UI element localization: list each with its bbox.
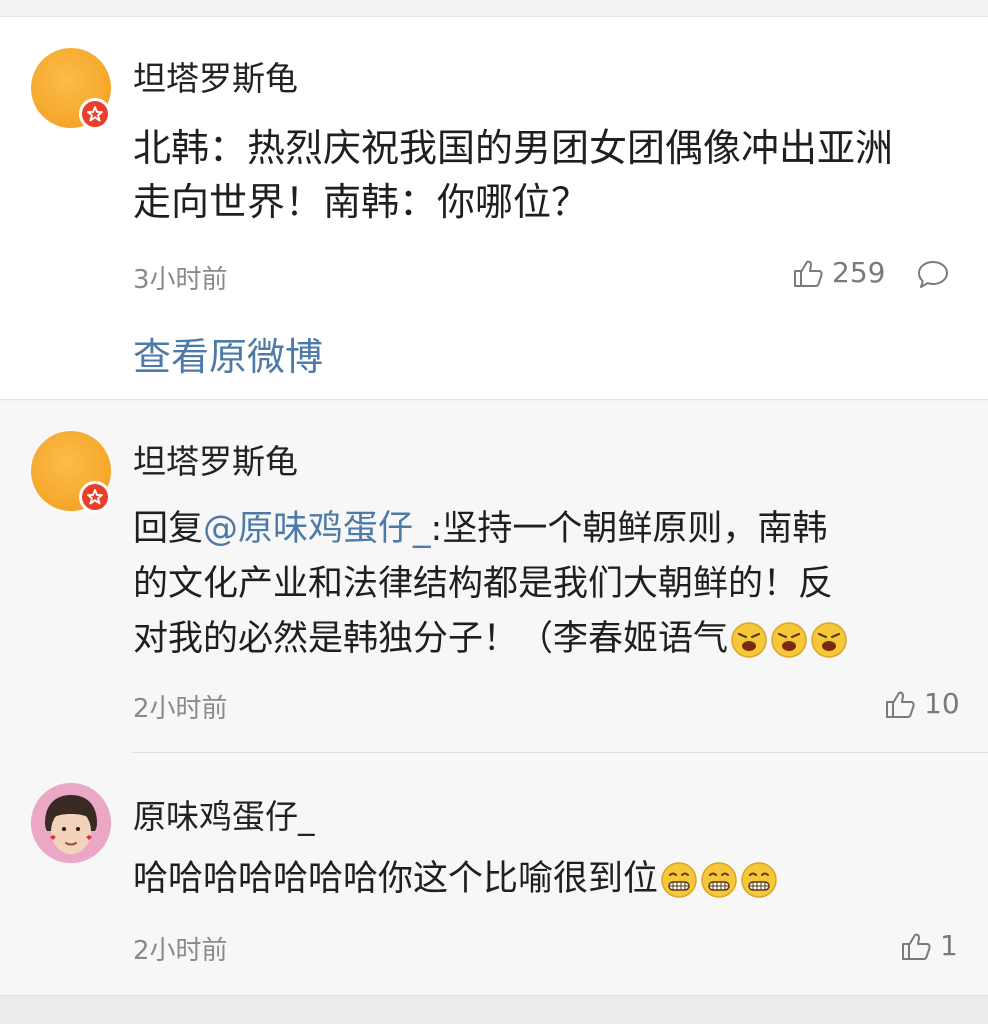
post-text-line-1: 北韩：热烈庆祝我国的男团女团偶像冲出亚洲 <box>133 126 894 170</box>
thumbs-up-icon <box>794 260 823 287</box>
reply-text-line-3: 对我的必然是韩独分子！（李春姬语气 <box>133 612 848 667</box>
grinning-face-icon <box>741 862 777 898</box>
mention-link[interactable]: @原味鸡蛋仔_ <box>203 509 431 549</box>
view-original-link[interactable]: 查看原微博 <box>133 326 323 381</box>
reply-text-line-2: 的文化产业和法律结构都是我们大朝鲜的！反 <box>133 564 834 604</box>
like-count: 1 <box>940 929 958 962</box>
thumbs-up-icon <box>886 691 915 718</box>
like-count: 10 <box>924 687 960 720</box>
reply-text-line-1: 哈哈哈哈哈哈哈你这个比喻很到位 <box>133 852 778 907</box>
top-strip <box>0 0 988 16</box>
reply-time: 2小时前 <box>133 694 228 724</box>
comment-icon[interactable] <box>916 259 950 291</box>
bottom-strip <box>0 995 988 1024</box>
reply-time: 2小时前 <box>133 936 228 966</box>
post-text-line-2: 走向世界！南韩：你哪位？ <box>133 180 590 224</box>
reply-text-line-1: 回复@原味鸡蛋仔_:坚持一个朝鲜原则，南韩 <box>133 502 827 557</box>
grinning-face-icon <box>701 862 737 898</box>
user-photo-icon <box>31 783 111 863</box>
reply-text: 对我的必然是韩独分子！（李春姬语气 <box>133 619 729 659</box>
angry-face-icon <box>771 622 807 658</box>
author-name[interactable]: 坦塔罗斯龟 <box>133 52 298 100</box>
like-button[interactable]: 10 <box>884 687 960 720</box>
main-post-card: 坦塔罗斯龟 北韩：热烈庆祝我国的男团女团偶像冲出亚洲 走向世界！南韩：你哪位？ … <box>0 16 988 400</box>
angry-face-icon <box>811 622 847 658</box>
thumbs-up-icon <box>902 933 931 960</box>
reply-prefix: 回复 <box>133 509 204 549</box>
reply-author-name[interactable]: 原味鸡蛋仔_ <box>133 790 315 838</box>
angry-face-icon <box>731 622 767 658</box>
reply-author-name[interactable]: 坦塔罗斯龟 <box>133 435 298 483</box>
divider <box>132 752 988 753</box>
post-time: 3小时前 <box>133 265 228 295</box>
grinning-face-icon <box>661 862 697 898</box>
like-count: 259 <box>832 256 886 289</box>
like-button[interactable]: 1 <box>900 929 958 962</box>
reply-text: :坚持一个朝鲜原则，南韩 <box>430 509 828 549</box>
verified-badge-icon <box>79 98 111 130</box>
avatar[interactable] <box>31 783 111 863</box>
verified-badge-icon <box>79 481 111 513</box>
like-button[interactable]: 259 <box>792 256 885 289</box>
reply-text: 哈哈哈哈哈哈哈你这个比喻很到位 <box>133 859 659 899</box>
